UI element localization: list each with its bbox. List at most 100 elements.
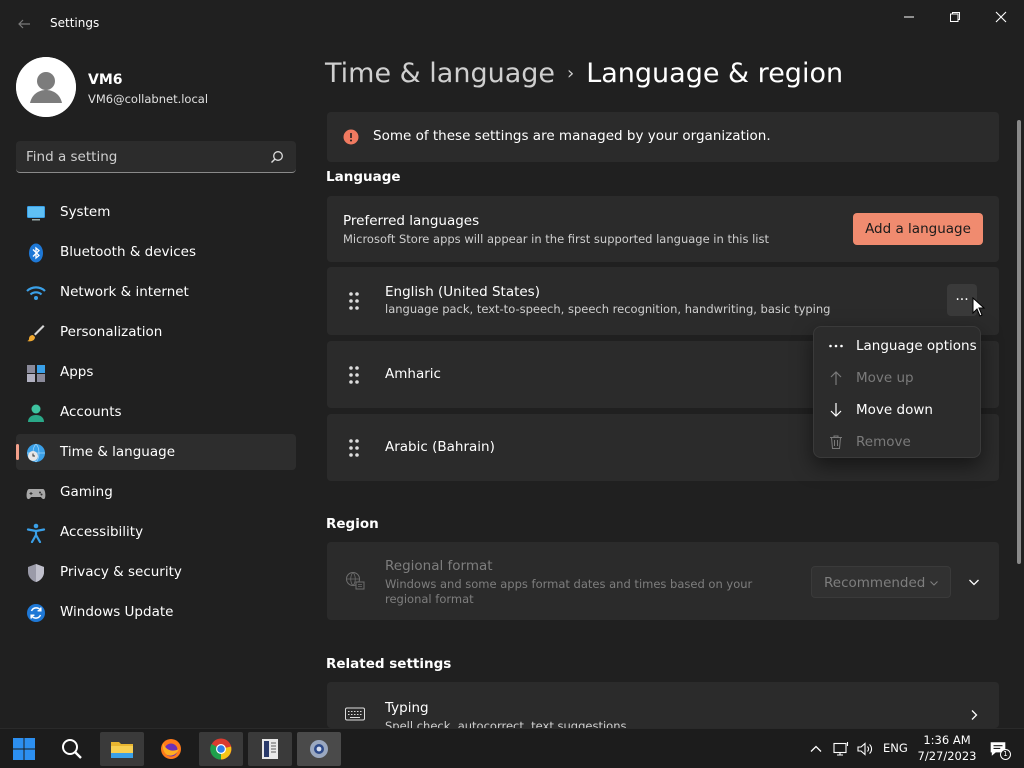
- windows-logo-icon: [13, 738, 35, 760]
- settings-taskbar-button[interactable]: [297, 732, 341, 766]
- chevron-down-icon[interactable]: [967, 575, 981, 589]
- mouse-cursor-icon: [972, 297, 986, 317]
- language-name: English (United States): [385, 284, 540, 300]
- accessibility-icon: [26, 523, 46, 543]
- globe-clock-icon: [27, 443, 45, 463]
- notice-text: Some of these settings are managed by yo…: [373, 128, 771, 144]
- notification-center-button[interactable]: 1: [986, 737, 1011, 761]
- user-name: VM6: [88, 72, 123, 88]
- gamepad-icon: [26, 489, 46, 500]
- search-input[interactable]: [26, 147, 266, 167]
- gear-icon: [310, 740, 328, 758]
- search-taskbar-button[interactable]: [50, 732, 94, 766]
- user-email: VM6@collabnet.local: [88, 92, 209, 106]
- menu-item-remove[interactable]: Remove: [814, 425, 982, 457]
- update-icon: [27, 604, 45, 622]
- typing-subtitle: Spell check, autocorrect, text suggestio…: [385, 719, 627, 728]
- info-alert-icon: [343, 129, 359, 145]
- minimize-button[interactable]: [886, 6, 932, 28]
- more-horizontal-icon: [829, 344, 843, 348]
- chevron-right-icon: [971, 710, 978, 720]
- wifi-icon: [26, 286, 46, 300]
- sidebar-item-label: Bluetooth & devices: [60, 244, 197, 260]
- bluetooth-icon: [29, 243, 43, 263]
- sidebar-item-bluetooth[interactable]: Bluetooth & devices: [16, 234, 296, 270]
- add-language-button[interactable]: Add a language: [853, 213, 983, 245]
- sidebar-item-label: Privacy & security: [60, 564, 182, 580]
- shield-icon: [28, 564, 44, 582]
- keyboard-icon: [345, 707, 365, 721]
- arrow-up-icon: [830, 371, 842, 385]
- sidebar-item-label: Personalization: [60, 324, 163, 340]
- search-box[interactable]: [16, 141, 296, 173]
- language-context-menu: Language options Move up Move down Remov…: [813, 326, 981, 458]
- regional-format-subtitle: Windows and some apps format dates and t…: [385, 577, 753, 606]
- firefox-button[interactable]: [149, 732, 193, 766]
- app-button[interactable]: [248, 732, 292, 766]
- drag-handle-icon[interactable]: [347, 438, 361, 458]
- breadcrumb-parent[interactable]: Time & language: [325, 58, 555, 89]
- sidebar-item-windows-update[interactable]: Windows Update: [16, 594, 296, 630]
- search-icon: [62, 739, 82, 759]
- sidebar-item-time-language[interactable]: Time & language: [16, 434, 296, 470]
- restore-icon: [950, 12, 960, 22]
- account-icon: [28, 404, 44, 422]
- system-icon: [27, 206, 45, 221]
- book-app-icon: [262, 739, 278, 759]
- menu-item-move-up[interactable]: Move up: [814, 361, 982, 393]
- sidebar-item-label: Accounts: [60, 404, 122, 420]
- volume-tray-button[interactable]: [853, 737, 877, 761]
- show-hidden-icons-button[interactable]: [804, 737, 828, 761]
- notification-count-badge: 1: [1000, 749, 1011, 760]
- preferred-languages-subtitle: Microsoft Store apps will appear in the …: [343, 232, 769, 246]
- section-related-label: Related settings: [326, 656, 452, 672]
- typing-title: Typing: [385, 700, 429, 716]
- maximize-button[interactable]: [932, 6, 978, 28]
- scrollbar[interactable]: [1017, 120, 1021, 564]
- section-language-label: Language: [326, 169, 401, 185]
- firefox-icon: [161, 739, 181, 759]
- sidebar-item-label: Windows Update: [60, 604, 174, 620]
- language-item[interactable]: English (United States) language pack, t…: [327, 267, 999, 335]
- sidebar-item-gaming[interactable]: Gaming: [16, 474, 296, 510]
- breadcrumb-separator: ›: [567, 63, 575, 84]
- speaker-icon: [857, 742, 872, 756]
- regional-format-card[interactable]: Regional format Windows and some apps fo…: [327, 542, 999, 620]
- sidebar-item-accounts[interactable]: Accounts: [16, 394, 296, 430]
- managed-notice: Some of these settings are managed by yo…: [327, 112, 999, 162]
- start-button[interactable]: [2, 732, 46, 766]
- clock-time: 1:36 AM: [923, 733, 971, 747]
- sidebar-item-label: Accessibility: [60, 524, 144, 540]
- regional-format-dropdown[interactable]: Recommended: [811, 566, 951, 598]
- more-horizontal-icon: ···: [955, 292, 969, 308]
- input-language-indicator[interactable]: ENG: [883, 741, 908, 755]
- avatar[interactable]: [16, 57, 76, 117]
- close-button[interactable]: [978, 6, 1024, 28]
- network-tray-button[interactable]: [829, 737, 853, 761]
- monitor-network-icon: [833, 742, 849, 756]
- sidebar-nav: System Bluetooth & devices Network & int…: [16, 194, 296, 634]
- section-region-label: Region: [326, 516, 379, 532]
- close-icon: [995, 11, 1007, 23]
- back-arrow-icon: [18, 19, 30, 29]
- sidebar-item-system[interactable]: System: [16, 194, 296, 230]
- sidebar-item-label: Apps: [60, 364, 94, 380]
- sidebar-item-apps[interactable]: Apps: [16, 354, 296, 390]
- menu-item-move-down[interactable]: Move down: [814, 393, 982, 425]
- search-icon[interactable]: [270, 150, 284, 164]
- sidebar-item-accessibility[interactable]: Accessibility: [16, 514, 296, 550]
- minimize-icon: [904, 16, 914, 18]
- language-name: Amharic: [385, 366, 441, 382]
- clock[interactable]: 1:36 AM 7/27/2023: [916, 732, 978, 764]
- drag-handle-icon[interactable]: [347, 291, 361, 311]
- typing-card[interactable]: Typing Spell check, autocorrect, text su…: [327, 682, 999, 728]
- file-explorer-button[interactable]: [100, 732, 144, 766]
- chrome-button[interactable]: [199, 732, 243, 766]
- sidebar-item-personalization[interactable]: Personalization: [16, 314, 296, 350]
- drag-handle-icon[interactable]: [347, 365, 361, 385]
- arrow-down-icon: [830, 403, 842, 417]
- menu-item-language-options[interactable]: Language options: [814, 329, 982, 361]
- sidebar-item-privacy[interactable]: Privacy & security: [16, 554, 296, 590]
- back-button[interactable]: [10, 12, 38, 36]
- sidebar-item-network[interactable]: Network & internet: [16, 274, 296, 310]
